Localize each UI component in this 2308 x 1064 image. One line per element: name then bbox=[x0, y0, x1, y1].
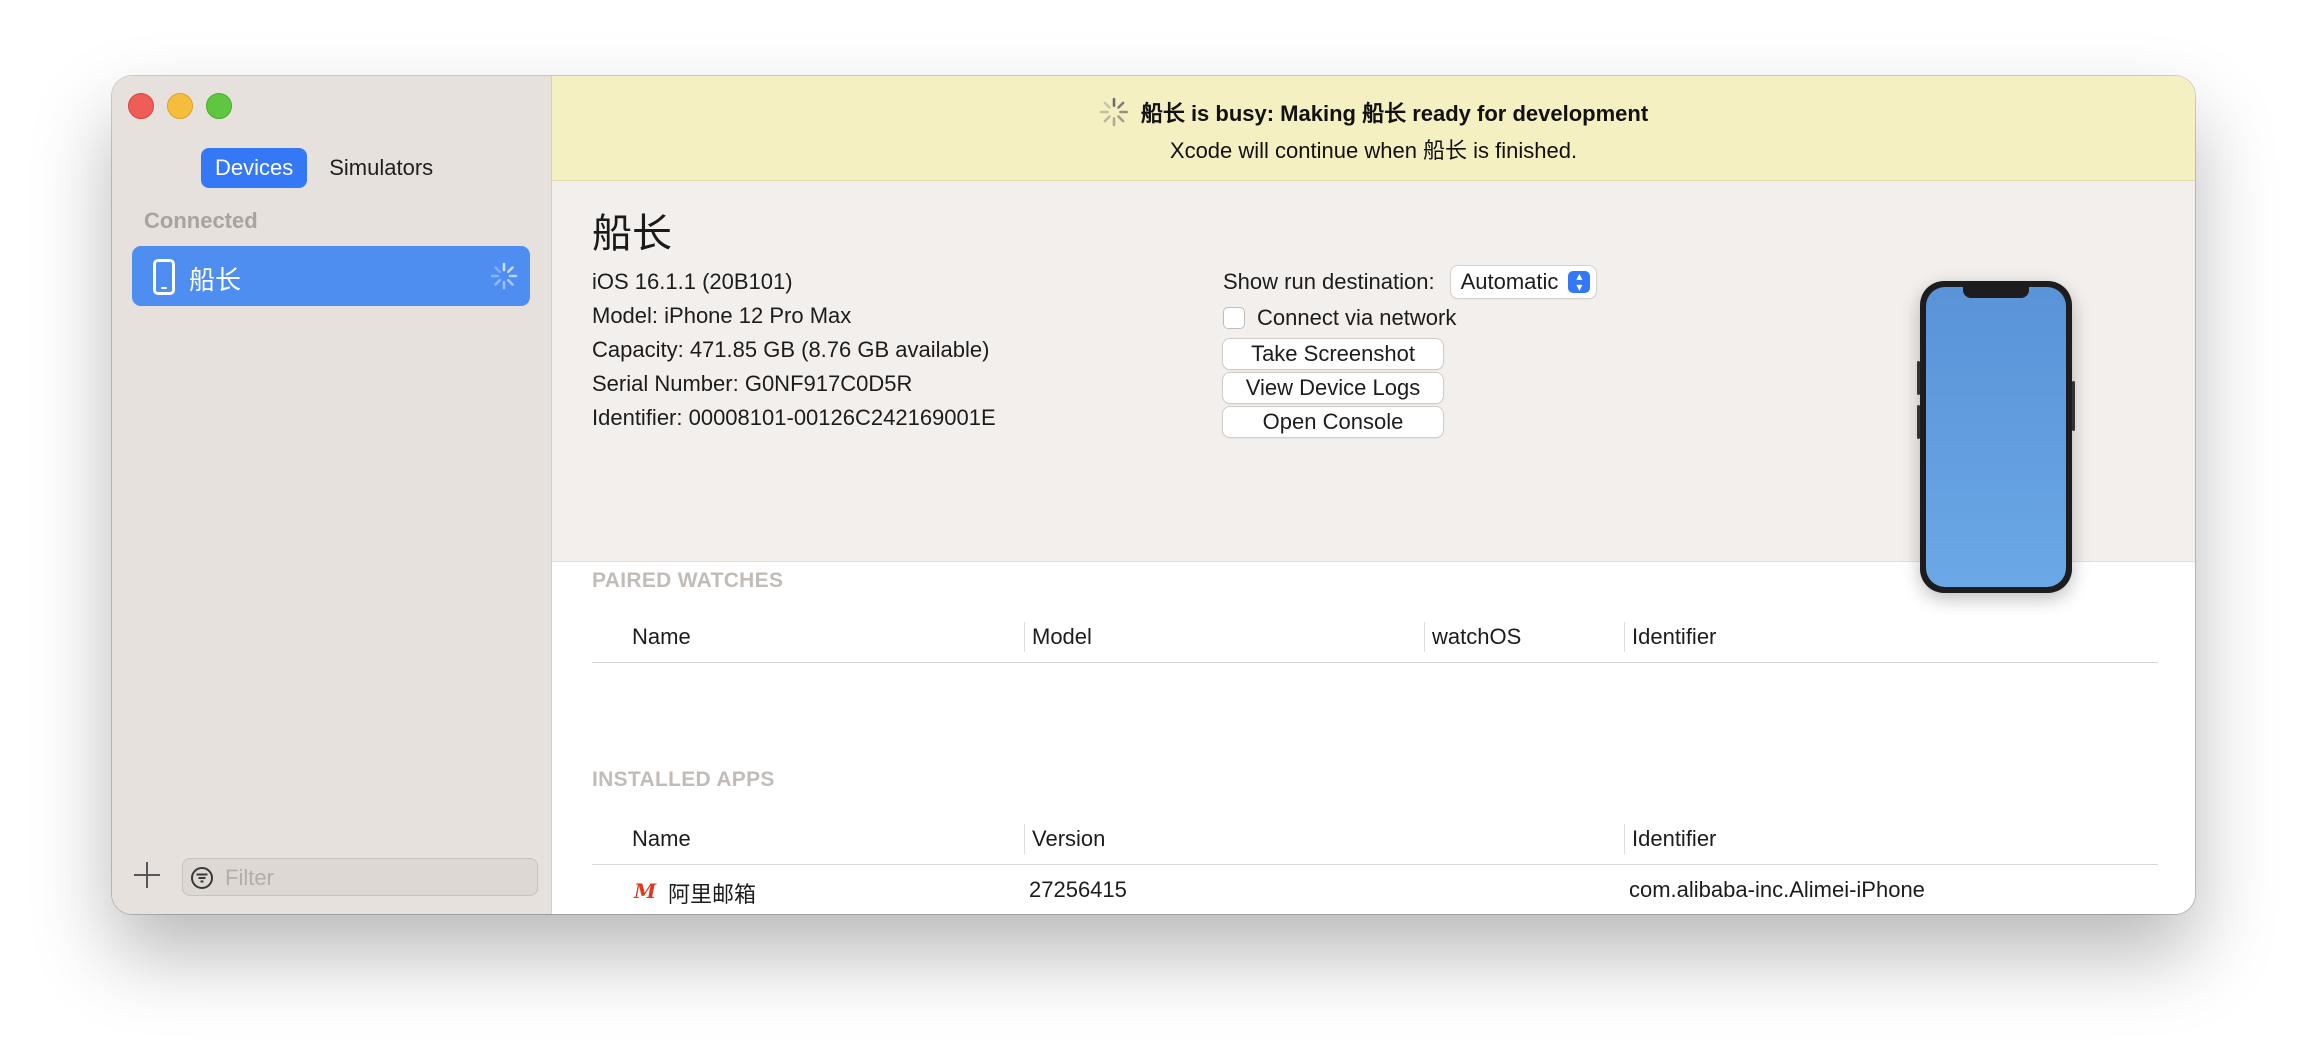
column-divider bbox=[1024, 622, 1025, 652]
zoom-window-button[interactable] bbox=[206, 93, 232, 119]
sidebar-item-label: 船长 bbox=[189, 265, 242, 295]
column-divider bbox=[1624, 824, 1625, 854]
iphone-icon bbox=[153, 259, 175, 295]
column-divider bbox=[1624, 622, 1625, 652]
column-divider bbox=[1024, 824, 1025, 854]
run-destination-value: Automatic bbox=[1460, 269, 1559, 294]
connect-via-network-checkbox[interactable] bbox=[1223, 307, 1245, 329]
app-identifier: com.alibaba-inc.Alimei-iPhone bbox=[1629, 877, 1925, 902]
take-screenshot-button[interactable]: Take Screenshot bbox=[1223, 339, 1443, 369]
device-info-panel: 船长 iOS 16.1.1 (20B101) Model: iPhone 12 … bbox=[552, 181, 2195, 593]
phone-screen bbox=[1926, 287, 2066, 587]
column-header-identifier[interactable]: Identifier bbox=[1632, 826, 1716, 852]
phone-side-button bbox=[2072, 381, 2075, 431]
view-device-logs-button[interactable]: View Device Logs bbox=[1223, 373, 1443, 403]
main-pane: 船长 is busy: Making 船长 ready for developm… bbox=[552, 76, 2195, 914]
connected-section-header: Connected bbox=[144, 208, 258, 233]
paired-watches-header: PAIRED WATCHES bbox=[592, 569, 784, 592]
busy-title-row: 船长 is busy: Making 船长 ready for developm… bbox=[552, 96, 2195, 128]
minimize-window-button[interactable] bbox=[167, 93, 193, 119]
serial-number: Serial Number: G0NF917C0D5R bbox=[592, 371, 913, 396]
device-details: iOS 16.1.1 (20B101) Model: iPhone 12 Pro… bbox=[592, 265, 996, 435]
plus-icon[interactable] bbox=[132, 860, 162, 890]
table-row[interactable]: M 阿里邮箱 27256415 com.alibaba-inc.Alimei-i… bbox=[592, 865, 2158, 911]
tab-devices[interactable]: Devices bbox=[201, 148, 308, 188]
spinner-icon bbox=[490, 262, 518, 290]
identifier: Identifier: 00008101-00126C242169001E bbox=[592, 405, 996, 430]
sidebar: Devices Simulators Connected 船长 bbox=[112, 76, 552, 914]
phone-side-button bbox=[1917, 405, 1920, 439]
busy-title: 船长 is busy: Making 船长 ready for developm… bbox=[1140, 101, 1649, 126]
table-header: Name Version Identifier bbox=[592, 814, 2158, 865]
connect-via-network-label: Connect via network bbox=[1257, 305, 1457, 330]
devices-window: Devices Simulators Connected 船长 Filter 船… bbox=[112, 76, 2195, 914]
device-image bbox=[1917, 281, 2075, 593]
alimail-app-icon: M bbox=[634, 879, 657, 903]
run-destination-row: Show run destination: Automatic ▴ ▾ bbox=[1223, 265, 1597, 299]
column-header-version[interactable]: Version bbox=[1032, 826, 1105, 852]
phone-notch bbox=[1963, 287, 2029, 298]
connect-via-network-row[interactable]: Connect via network bbox=[1223, 301, 1596, 335]
column-header-name[interactable]: Name bbox=[632, 826, 691, 852]
paired-watches-table: Name Model watchOS Identifier bbox=[592, 612, 2158, 663]
close-window-button[interactable] bbox=[128, 93, 154, 119]
installed-apps-table: Name Version Identifier M 阿里邮箱 27256415 … bbox=[592, 814, 2158, 911]
filter-field[interactable] bbox=[182, 858, 538, 897]
column-header-watchos[interactable]: watchOS bbox=[1432, 624, 1521, 650]
capacity: Capacity: 471.85 GB (8.76 GB available) bbox=[592, 337, 990, 362]
filter-icon bbox=[191, 867, 213, 889]
sidebar-item-device[interactable]: 船长 bbox=[132, 246, 530, 306]
devices-simulators-segmented-control: Devices Simulators bbox=[201, 148, 447, 188]
phone-side-button bbox=[1917, 361, 1920, 395]
chevron-up-down-icon: ▴ ▾ bbox=[1568, 270, 1591, 293]
tab-simulators[interactable]: Simulators bbox=[315, 148, 447, 188]
spinner-icon bbox=[1099, 97, 1128, 127]
column-header-model[interactable]: Model bbox=[1032, 624, 1092, 650]
run-destination-popup[interactable]: Automatic ▴ ▾ bbox=[1450, 266, 1597, 298]
filter-input[interactable] bbox=[223, 859, 527, 897]
busy-banner: 船长 is busy: Making 船长 ready for developm… bbox=[552, 76, 2195, 181]
device-controls: Show run destination: Automatic ▴ ▾ Conne… bbox=[1223, 265, 1597, 437]
open-console-button[interactable]: Open Console bbox=[1223, 407, 1443, 437]
app-version: 27256415 bbox=[1029, 877, 1127, 902]
column-header-name[interactable]: Name bbox=[632, 624, 691, 650]
device-title: 船长 bbox=[592, 212, 672, 256]
column-header-identifier[interactable]: Identifier bbox=[1632, 624, 1716, 650]
busy-subtitle: Xcode will continue when 船长 is finished. bbox=[1169, 138, 1578, 163]
column-divider bbox=[1424, 622, 1425, 652]
sidebar-footer bbox=[112, 848, 551, 914]
app-name: 阿里邮箱 bbox=[668, 882, 757, 907]
model: Model: iPhone 12 Pro Max bbox=[592, 303, 852, 328]
run-destination-label: Show run destination: bbox=[1223, 269, 1435, 294]
table-header: Name Model watchOS Identifier bbox=[592, 612, 2158, 663]
installed-apps-header: INSTALLED APPS bbox=[592, 768, 775, 791]
ios-version: iOS 16.1.1 (20B101) bbox=[592, 269, 793, 294]
